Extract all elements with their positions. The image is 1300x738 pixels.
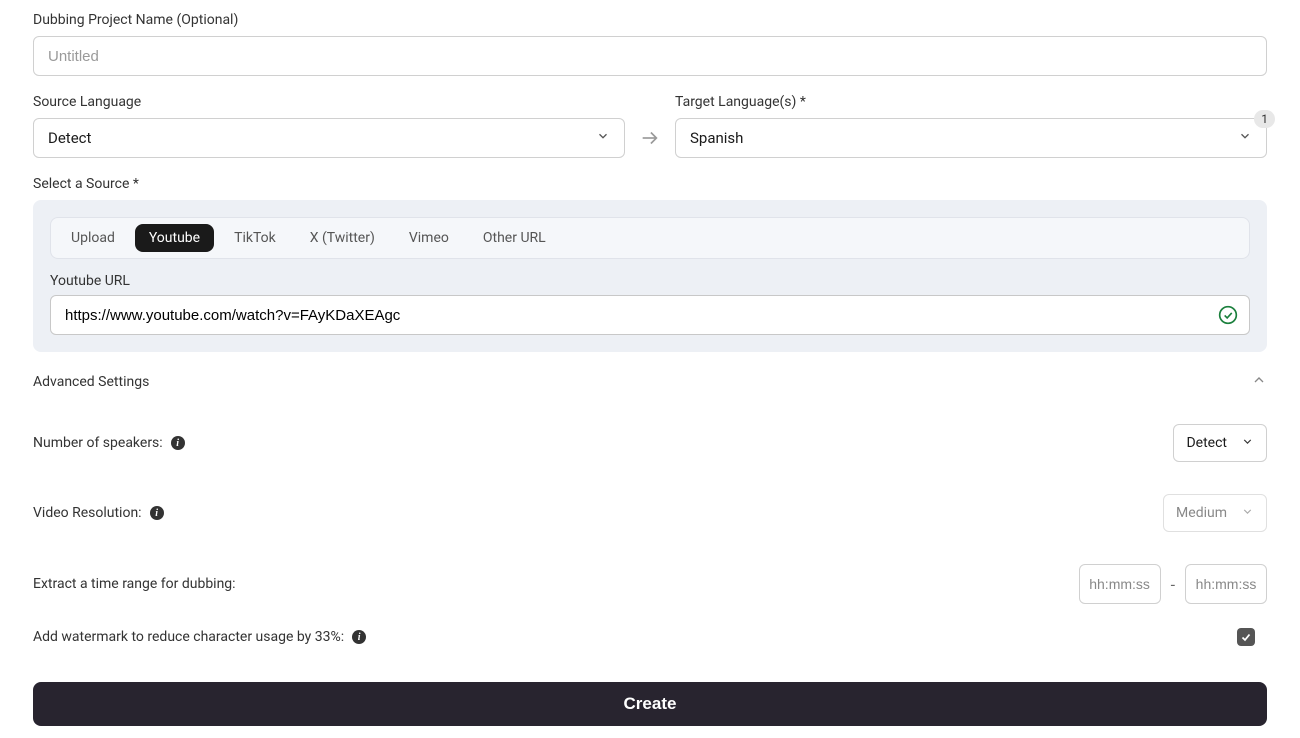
info-icon[interactable]: i [171, 436, 185, 450]
timerange-label: Extract a time range for dubbing: [33, 576, 236, 592]
chevron-up-icon [1251, 372, 1267, 392]
youtube-url-label: Youtube URL [50, 273, 1250, 289]
advanced-settings-label: Advanced Settings [33, 374, 149, 390]
youtube-url-input[interactable] [50, 295, 1250, 335]
info-icon[interactable]: i [352, 630, 366, 644]
resolution-label: Video Resolution: [33, 505, 142, 521]
time-end-input[interactable] [1185, 564, 1267, 604]
select-source-label: Select a Source * [33, 176, 1267, 192]
watermark-label: Add watermark to reduce character usage … [33, 629, 344, 645]
project-name-label: Dubbing Project Name (Optional) [33, 12, 1267, 28]
speakers-value: Detect [1186, 435, 1227, 451]
resolution-select[interactable]: Medium [1163, 494, 1267, 532]
tab-twitter[interactable]: X (Twitter) [296, 224, 389, 252]
tab-vimeo[interactable]: Vimeo [395, 224, 463, 252]
target-language-value: Spanish [690, 129, 743, 147]
tab-other-url[interactable]: Other URL [469, 224, 560, 252]
source-language-select[interactable]: Detect [33, 118, 625, 158]
arrow-right-icon [639, 118, 661, 158]
valid-check-icon [1218, 305, 1238, 325]
speakers-select[interactable]: Detect [1173, 424, 1267, 462]
chevron-down-icon [1238, 129, 1252, 147]
target-language-count-badge: 1 [1254, 110, 1275, 128]
chevron-down-icon [1241, 435, 1254, 452]
chevron-down-icon [596, 129, 610, 147]
tab-tiktok[interactable]: TikTok [220, 224, 290, 252]
info-icon[interactable]: i [150, 506, 164, 520]
watermark-checkbox[interactable] [1237, 628, 1255, 646]
tab-upload[interactable]: Upload [57, 224, 129, 252]
create-button[interactable]: Create [33, 682, 1267, 726]
resolution-value: Medium [1176, 505, 1227, 521]
project-name-input[interactable] [33, 36, 1267, 76]
speakers-label: Number of speakers: [33, 435, 163, 451]
tab-youtube[interactable]: Youtube [135, 224, 214, 252]
target-language-select[interactable]: Spanish 1 [675, 118, 1267, 158]
time-start-input[interactable] [1079, 564, 1161, 604]
advanced-settings-toggle[interactable]: Advanced Settings [33, 372, 1267, 392]
source-language-label: Source Language [33, 94, 625, 110]
target-language-label: Target Language(s) * [675, 94, 1267, 110]
time-range-separator: - [1171, 575, 1175, 594]
source-language-value: Detect [48, 129, 91, 147]
source-tabs: Upload Youtube TikTok X (Twitter) Vimeo … [50, 217, 1250, 259]
chevron-down-icon [1241, 505, 1254, 522]
